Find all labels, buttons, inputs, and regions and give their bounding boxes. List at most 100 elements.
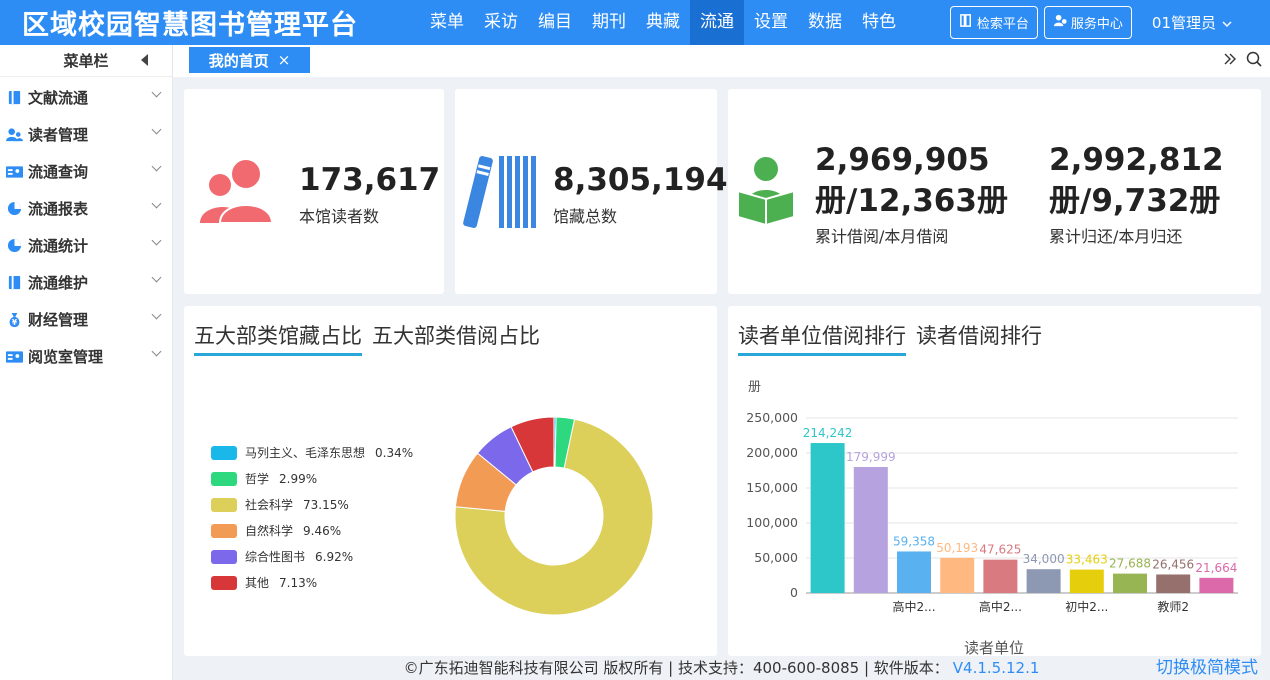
sidebar-item[interactable]: ¥ 财经管理 (0, 301, 172, 338)
pie-icon (6, 237, 23, 254)
bar-value-label: 179,999 (846, 450, 896, 464)
service-center-label: 服务中心 (1070, 17, 1123, 32)
footer: ©广东拓迪智能科技有限公司 版权所有 | 技术支持：400-600-8085 |… (173, 656, 1270, 680)
chevron-down-icon[interactable] (151, 346, 162, 357)
sidebar-menu: 文献流通读者管理流通查询流通报表流通统计流通维护 ¥ 财经管理 阅览室管理 (0, 79, 172, 375)
search-platform-button[interactable]: 检索平台 (949, 6, 1038, 39)
chevron-down-icon[interactable] (151, 87, 162, 98)
bar-value-label: 47,625 (979, 543, 1021, 557)
x-tick-label: 教师2 (1157, 599, 1189, 614)
sidebar-item[interactable]: 流通统计 (0, 227, 172, 264)
sidebar-item[interactable]: 流通报表 (0, 190, 172, 227)
x-tick-label: 高中2... (979, 599, 1022, 614)
switch-mode-link[interactable]: 切换极简模式 (1156, 656, 1258, 680)
bar[interactable] (810, 443, 845, 593)
pie-icon (6, 200, 23, 217)
bookshelf-icon (461, 153, 539, 235)
sidebar-item-label: 文献流通 (28, 89, 89, 107)
main-nav: 菜单 采访 编目 期刊 典藏 流通 设置 数据 特色 (420, 0, 906, 45)
circulation-card: 2,969,905 册/12,363册 累计借阅/本月借阅 2,992,812 … (728, 89, 1261, 294)
search-icon[interactable] (1246, 51, 1262, 71)
card-icon (6, 348, 23, 365)
nav-item-cataloging[interactable]: 编目 (528, 0, 582, 45)
y-tick-label: 250,000 (746, 410, 798, 425)
nav-item-circulation[interactable]: 流通 (690, 0, 744, 45)
nav-item-menu[interactable]: 菜单 (420, 0, 474, 45)
return-total: 2,992,812 (1049, 142, 1224, 178)
holdings-label: 馆藏总数 (553, 207, 618, 226)
x-tick-label: 高中2... (892, 599, 935, 614)
money-bag-icon: ¥ (6, 311, 23, 328)
borrow-month: 册/12,363册 (815, 183, 1008, 219)
y-axis-title: 册 (748, 380, 761, 395)
chevron-down-icon[interactable] (151, 198, 162, 209)
chevron-down-icon[interactable] (151, 161, 162, 172)
double-chevron-right-icon[interactable] (1222, 51, 1238, 71)
bar-value-label: 34,000 (1023, 552, 1065, 566)
bar[interactable] (1156, 574, 1191, 593)
bar[interactable] (1069, 569, 1104, 593)
nav-item-collection[interactable]: 典藏 (636, 0, 690, 45)
readers-label: 本馆读者数 (299, 207, 380, 226)
chevron-down-icon[interactable] (151, 272, 162, 283)
copyright-text: ©广东拓迪智能科技有限公司 版权所有 | 技术支持：400-600-8085 |… (403, 659, 949, 677)
bar-value-label: 214,242 (803, 426, 853, 440)
readers-card: 173,617 本馆读者数 (184, 89, 444, 294)
book-search-icon (959, 13, 974, 32)
user-name: 01管理员 (1151, 14, 1216, 32)
reading-person-icon (736, 155, 796, 231)
ranking-panel: 读者单位借阅排行 读者借阅排行 册 0 50,000 100,000 150,000 20… (728, 306, 1261, 656)
tab-home[interactable]: 我的首页 × (189, 47, 310, 73)
sidebar-item[interactable]: 流通查询 (0, 153, 172, 190)
tab-tools (1222, 51, 1262, 71)
book-icon (6, 89, 23, 106)
nav-item-data[interactable]: 数据 (798, 0, 852, 45)
bar[interactable] (1026, 569, 1061, 593)
readers-icon (198, 157, 276, 229)
borrow-label: 累计借阅/本月借阅 (815, 227, 949, 246)
top-actions: 检索平台 服务中心 01管理员 (949, 0, 1270, 45)
sidebar-item-label: 流通统计 (28, 237, 89, 255)
bar-value-label: 26,456 (1152, 557, 1194, 571)
bar-value-label: 21,664 (1195, 561, 1237, 575)
bar[interactable] (940, 557, 975, 593)
chevron-down-icon[interactable] (151, 309, 162, 320)
close-icon[interactable]: × (278, 51, 291, 69)
nav-item-settings[interactable]: 设置 (744, 0, 798, 45)
x-axis-title: 读者单位 (964, 639, 1024, 656)
sidebar-item-label: 流通查询 (28, 163, 89, 181)
bar-chart: 册 0 50,000 100,000 150,000 200,000 250,000 214,… (746, 380, 1238, 656)
bar[interactable] (983, 559, 1018, 593)
bar[interactable] (1113, 573, 1147, 593)
nav-item-periodicals[interactable]: 期刊 (582, 0, 636, 45)
nav-item-acquisition[interactable]: 采访 (474, 0, 528, 45)
sidebar-item[interactable]: 阅览室管理 (0, 338, 172, 375)
nav-item-features[interactable]: 特色 (852, 0, 906, 45)
chevron-down-icon[interactable] (151, 235, 162, 246)
card-icon (6, 163, 23, 180)
bar[interactable] (853, 467, 888, 593)
sidebar-item[interactable]: 文献流通 (0, 79, 172, 116)
return-label: 累计归还/本月归还 (1049, 227, 1183, 246)
chevron-down-icon[interactable] (151, 124, 162, 135)
user-menu[interactable]: 01管理员 (1152, 12, 1232, 33)
chevron-down-icon (1222, 14, 1232, 32)
sidebar-item-label: 流通报表 (28, 200, 89, 218)
users-icon (6, 126, 23, 143)
bar-value-label: 33,463 (1066, 553, 1108, 567)
x-tick-label: 初中2... (1065, 599, 1108, 614)
service-center-button[interactable]: 服务中心 (1043, 6, 1132, 39)
sidebar-header: 菜单栏 (0, 45, 172, 77)
bar[interactable] (1199, 577, 1234, 593)
sidebar-item[interactable]: 流通维护 (0, 264, 172, 301)
sidebar-item[interactable]: 读者管理 (0, 116, 172, 153)
svg-text:¥: ¥ (12, 318, 18, 327)
bar-value-label: 27,688 (1109, 557, 1151, 571)
top-bar: 区域校园智慧图书管理平台 菜单 采访 编目 期刊 典藏 流通 设置 数据 特色 … (0, 0, 1270, 45)
bar-value-label: 59,358 (893, 534, 935, 548)
sidebar: 菜单栏 文献流通读者管理流通查询流通报表流通统计流通维护 ¥ 财经管理 阅览室管理 (0, 45, 173, 680)
category-ratio-panel: 五大部类馆藏占比 五大部类借阅占比 马列主义、毛泽东思想 0.34% 哲学 2.99%… (184, 306, 717, 656)
bar[interactable] (897, 551, 931, 593)
collapse-left-icon[interactable] (141, 54, 148, 66)
bar-value-label: 50,193 (936, 541, 978, 555)
